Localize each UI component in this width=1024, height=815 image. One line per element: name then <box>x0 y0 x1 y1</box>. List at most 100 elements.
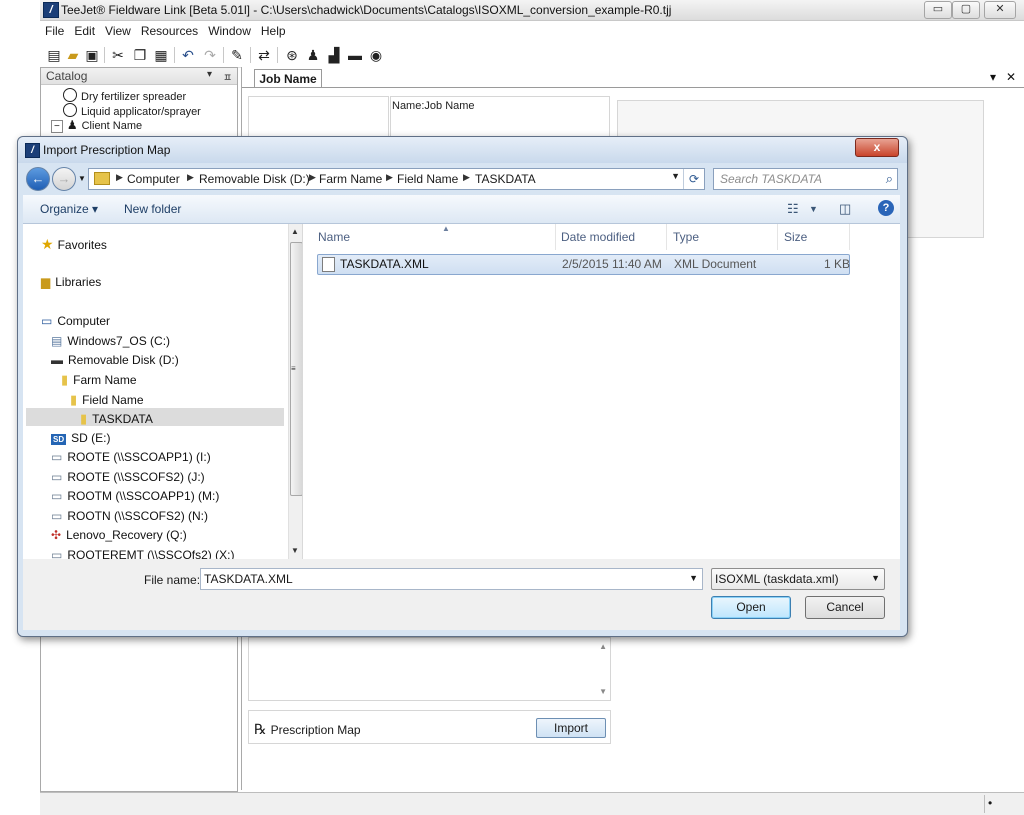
save-icon[interactable]: ▣ <box>84 47 100 63</box>
maximize-button[interactable]: ▢ <box>952 1 980 19</box>
import-export-icon[interactable]: ⇄ <box>256 47 272 63</box>
tab-list-chevron-icon[interactable]: ▾ <box>990 70 996 84</box>
minimize-button[interactable]: ▭ <box>924 1 952 19</box>
scroll-up-icon[interactable]: ▲ <box>599 642 607 651</box>
redo-icon[interactable]: ↷ <box>202 47 218 63</box>
recent-locations-chevron-icon[interactable]: ▼ <box>78 174 86 183</box>
organize-button[interactable]: Organize ▾ <box>40 202 98 216</box>
open-folder-icon[interactable]: ▰ <box>65 47 81 63</box>
menu-help[interactable]: Help <box>256 21 291 41</box>
nav-item-rootn-n[interactable]: ▭ ROOTN (\\SSCOFS2) (N:) <box>51 509 208 523</box>
file-row-taskdata-xml[interactable]: TASKDATA.XML 2/5/2015 11:40 AM XML Docum… <box>317 254 850 275</box>
tree-item-dry-fertilizer-spreader[interactable]: Dry fertilizer spreader <box>63 88 186 103</box>
notes-box[interactable]: ▲ ▼ <box>248 637 611 701</box>
nav-item-farm-name[interactable]: ▮ Farm Name <box>61 372 137 388</box>
nav-item-computer[interactable]: ▭ Computer <box>41 314 110 328</box>
back-arrow-icon[interactable]: ← <box>26 167 50 191</box>
new-folder-button[interactable]: New folder <box>124 202 181 216</box>
preview-pane-icon[interactable]: ◫ <box>839 201 851 217</box>
tree-item-client-name[interactable]: − ♟ Client Name <box>51 118 142 133</box>
scroll-up-icon[interactable]: ▲ <box>291 227 299 236</box>
collapse-toggle-icon[interactable]: − <box>51 120 63 133</box>
chevron-right-icon[interactable]: ▶ <box>187 172 194 183</box>
breadcrumb-field-name[interactable]: Field Name <box>397 172 458 186</box>
nav-item-lenovo-recovery[interactable]: ✣ Lenovo_Recovery (Q:) <box>51 528 187 542</box>
copy-icon[interactable]: ❐ <box>132 47 148 63</box>
menu-view[interactable]: View <box>100 21 136 41</box>
file-name-dropdown-icon[interactable]: ▼ <box>689 573 698 583</box>
scroll-down-icon[interactable]: ▼ <box>599 687 607 696</box>
equipment-wheel-icon[interactable]: ⊛ <box>284 47 300 63</box>
nav-item-sd-card[interactable]: SD SD (E:) <box>51 431 110 445</box>
nav-item-windows7-os[interactable]: ▤ Windows7_OS (C:) <box>51 334 170 348</box>
menu-edit[interactable]: Edit <box>69 21 100 41</box>
column-header-type[interactable]: Type <box>667 224 778 250</box>
search-icon[interactable]: ⌕ <box>886 171 893 187</box>
navigation-scrollbar[interactable]: ▲ ≡ ▼ <box>288 224 302 559</box>
import-button[interactable]: Import <box>536 718 606 738</box>
gear-wheel-icon <box>63 88 77 102</box>
pin-icon[interactable]: ㅍ <box>223 69 232 84</box>
close-window-button[interactable]: ✕ <box>984 1 1016 19</box>
edit-properties-icon[interactable]: ✎ <box>229 47 245 63</box>
change-view-icon[interactable]: ☷ <box>787 201 799 217</box>
breadcrumb-removable-disk[interactable]: Removable Disk (D:) <box>199 172 310 186</box>
column-header-name[interactable]: Name <box>312 224 556 250</box>
file-type-dropdown-icon[interactable]: ▼ <box>871 573 880 583</box>
menu-file[interactable]: File <box>40 21 69 41</box>
search-input[interactable]: Search TASKDATA ⌕ <box>713 168 898 190</box>
undo-icon[interactable]: ↶ <box>180 47 196 63</box>
prescription-rx-icon: ℞ <box>254 721 267 737</box>
nav-item-field-name[interactable]: ▮ Field Name <box>70 392 144 408</box>
paste-icon[interactable]: ▦ <box>153 47 169 63</box>
forward-arrow-icon[interactable]: → <box>52 167 76 191</box>
chevron-right-icon[interactable]: ▶ <box>309 172 316 183</box>
view-options-chevron-icon[interactable]: ▼ <box>809 204 818 214</box>
address-dropdown-icon[interactable]: ▼ <box>671 171 680 181</box>
import-prescription-dialog: / Import Prescription Map x ← → ▼ ▶ Comp… <box>17 136 908 637</box>
nav-item-roote-i[interactable]: ▭ ROOTE (\\SSCOAPP1) (I:) <box>51 450 211 464</box>
product-disc-icon[interactable]: ◉ <box>368 47 384 63</box>
dialog-close-button[interactable]: x <box>855 138 899 157</box>
help-icon[interactable]: ? <box>878 200 894 216</box>
file-type-select[interactable]: ISOXML (taskdata.xml) ▼ <box>711 568 885 590</box>
teejet-dialog-icon: / <box>25 143 40 158</box>
scroll-down-icon[interactable]: ▼ <box>291 546 299 555</box>
gear-wheel-icon <box>63 103 77 117</box>
nav-item-rooteremt-x[interactable]: ▭ ROOTEREMT (\\SSCOfs2) (X:) <box>51 548 234 559</box>
cut-icon[interactable]: ✂ <box>110 47 126 63</box>
nav-item-rootm-m[interactable]: ▭ ROOTM (\\SSCOAPP1) (M:) <box>51 489 219 503</box>
field-icon[interactable]: ▬ <box>347 47 363 63</box>
address-bar[interactable]: ▶ Computer ▶ Removable Disk (D:) ▶ Farm … <box>88 168 705 190</box>
nav-item-libraries[interactable]: ▆ Libraries <box>41 275 101 289</box>
refresh-icon[interactable]: ⟳ <box>683 169 704 189</box>
nav-item-favorites[interactable]: ★ Favorites <box>41 236 107 253</box>
chevron-right-icon[interactable]: ▶ <box>386 172 393 183</box>
farm-icon[interactable]: ▟ <box>326 47 342 63</box>
close-tab-icon[interactable]: ✕ <box>1006 70 1016 84</box>
file-name-input[interactable]: TASKDATA.XML ▼ <box>200 568 703 590</box>
breadcrumb-farm-name[interactable]: Farm Name <box>319 172 382 186</box>
chevron-right-icon[interactable]: ▶ <box>116 172 123 183</box>
breadcrumb-computer[interactable]: Computer <box>127 172 180 186</box>
column-header-date-modified[interactable]: Date modified <box>555 224 667 250</box>
menu-window[interactable]: Window <box>203 21 256 41</box>
menu-resources[interactable]: Resources <box>136 21 203 41</box>
network-drive-icon: ▭ <box>51 548 63 559</box>
breadcrumb-taskdata[interactable]: TASKDATA <box>475 172 536 186</box>
nav-item-roote-j[interactable]: ▭ ROOTE (\\SSCOFS2) (J:) <box>51 470 205 484</box>
tab-job-name[interactable]: Job Name <box>254 69 322 88</box>
dialog-command-bar: Organize ▾ New folder ☷ ▼ ◫ ? <box>23 195 900 224</box>
cancel-button[interactable]: Cancel <box>805 596 885 619</box>
open-button[interactable]: Open <box>711 596 791 619</box>
client-person-icon[interactable]: ♟ <box>305 47 321 63</box>
nav-item-removable-disk[interactable]: ▬ Removable Disk (D:) <box>51 353 179 367</box>
chevron-right-icon[interactable]: ▶ <box>463 172 470 183</box>
nav-item-taskdata[interactable]: ▮ TASKDATA <box>80 411 153 427</box>
tree-item-liquid-applicator[interactable]: Liquid applicator/sprayer <box>63 103 201 118</box>
column-header-size[interactable]: Size <box>778 224 850 250</box>
file-list-pane: Name ▲ Date modified Type Size TASKDATA.… <box>303 224 900 559</box>
chevron-down-icon[interactable]: ▾ <box>207 69 212 80</box>
new-file-icon[interactable]: ▤ <box>46 47 62 63</box>
sort-ascending-icon: ▲ <box>442 224 450 233</box>
